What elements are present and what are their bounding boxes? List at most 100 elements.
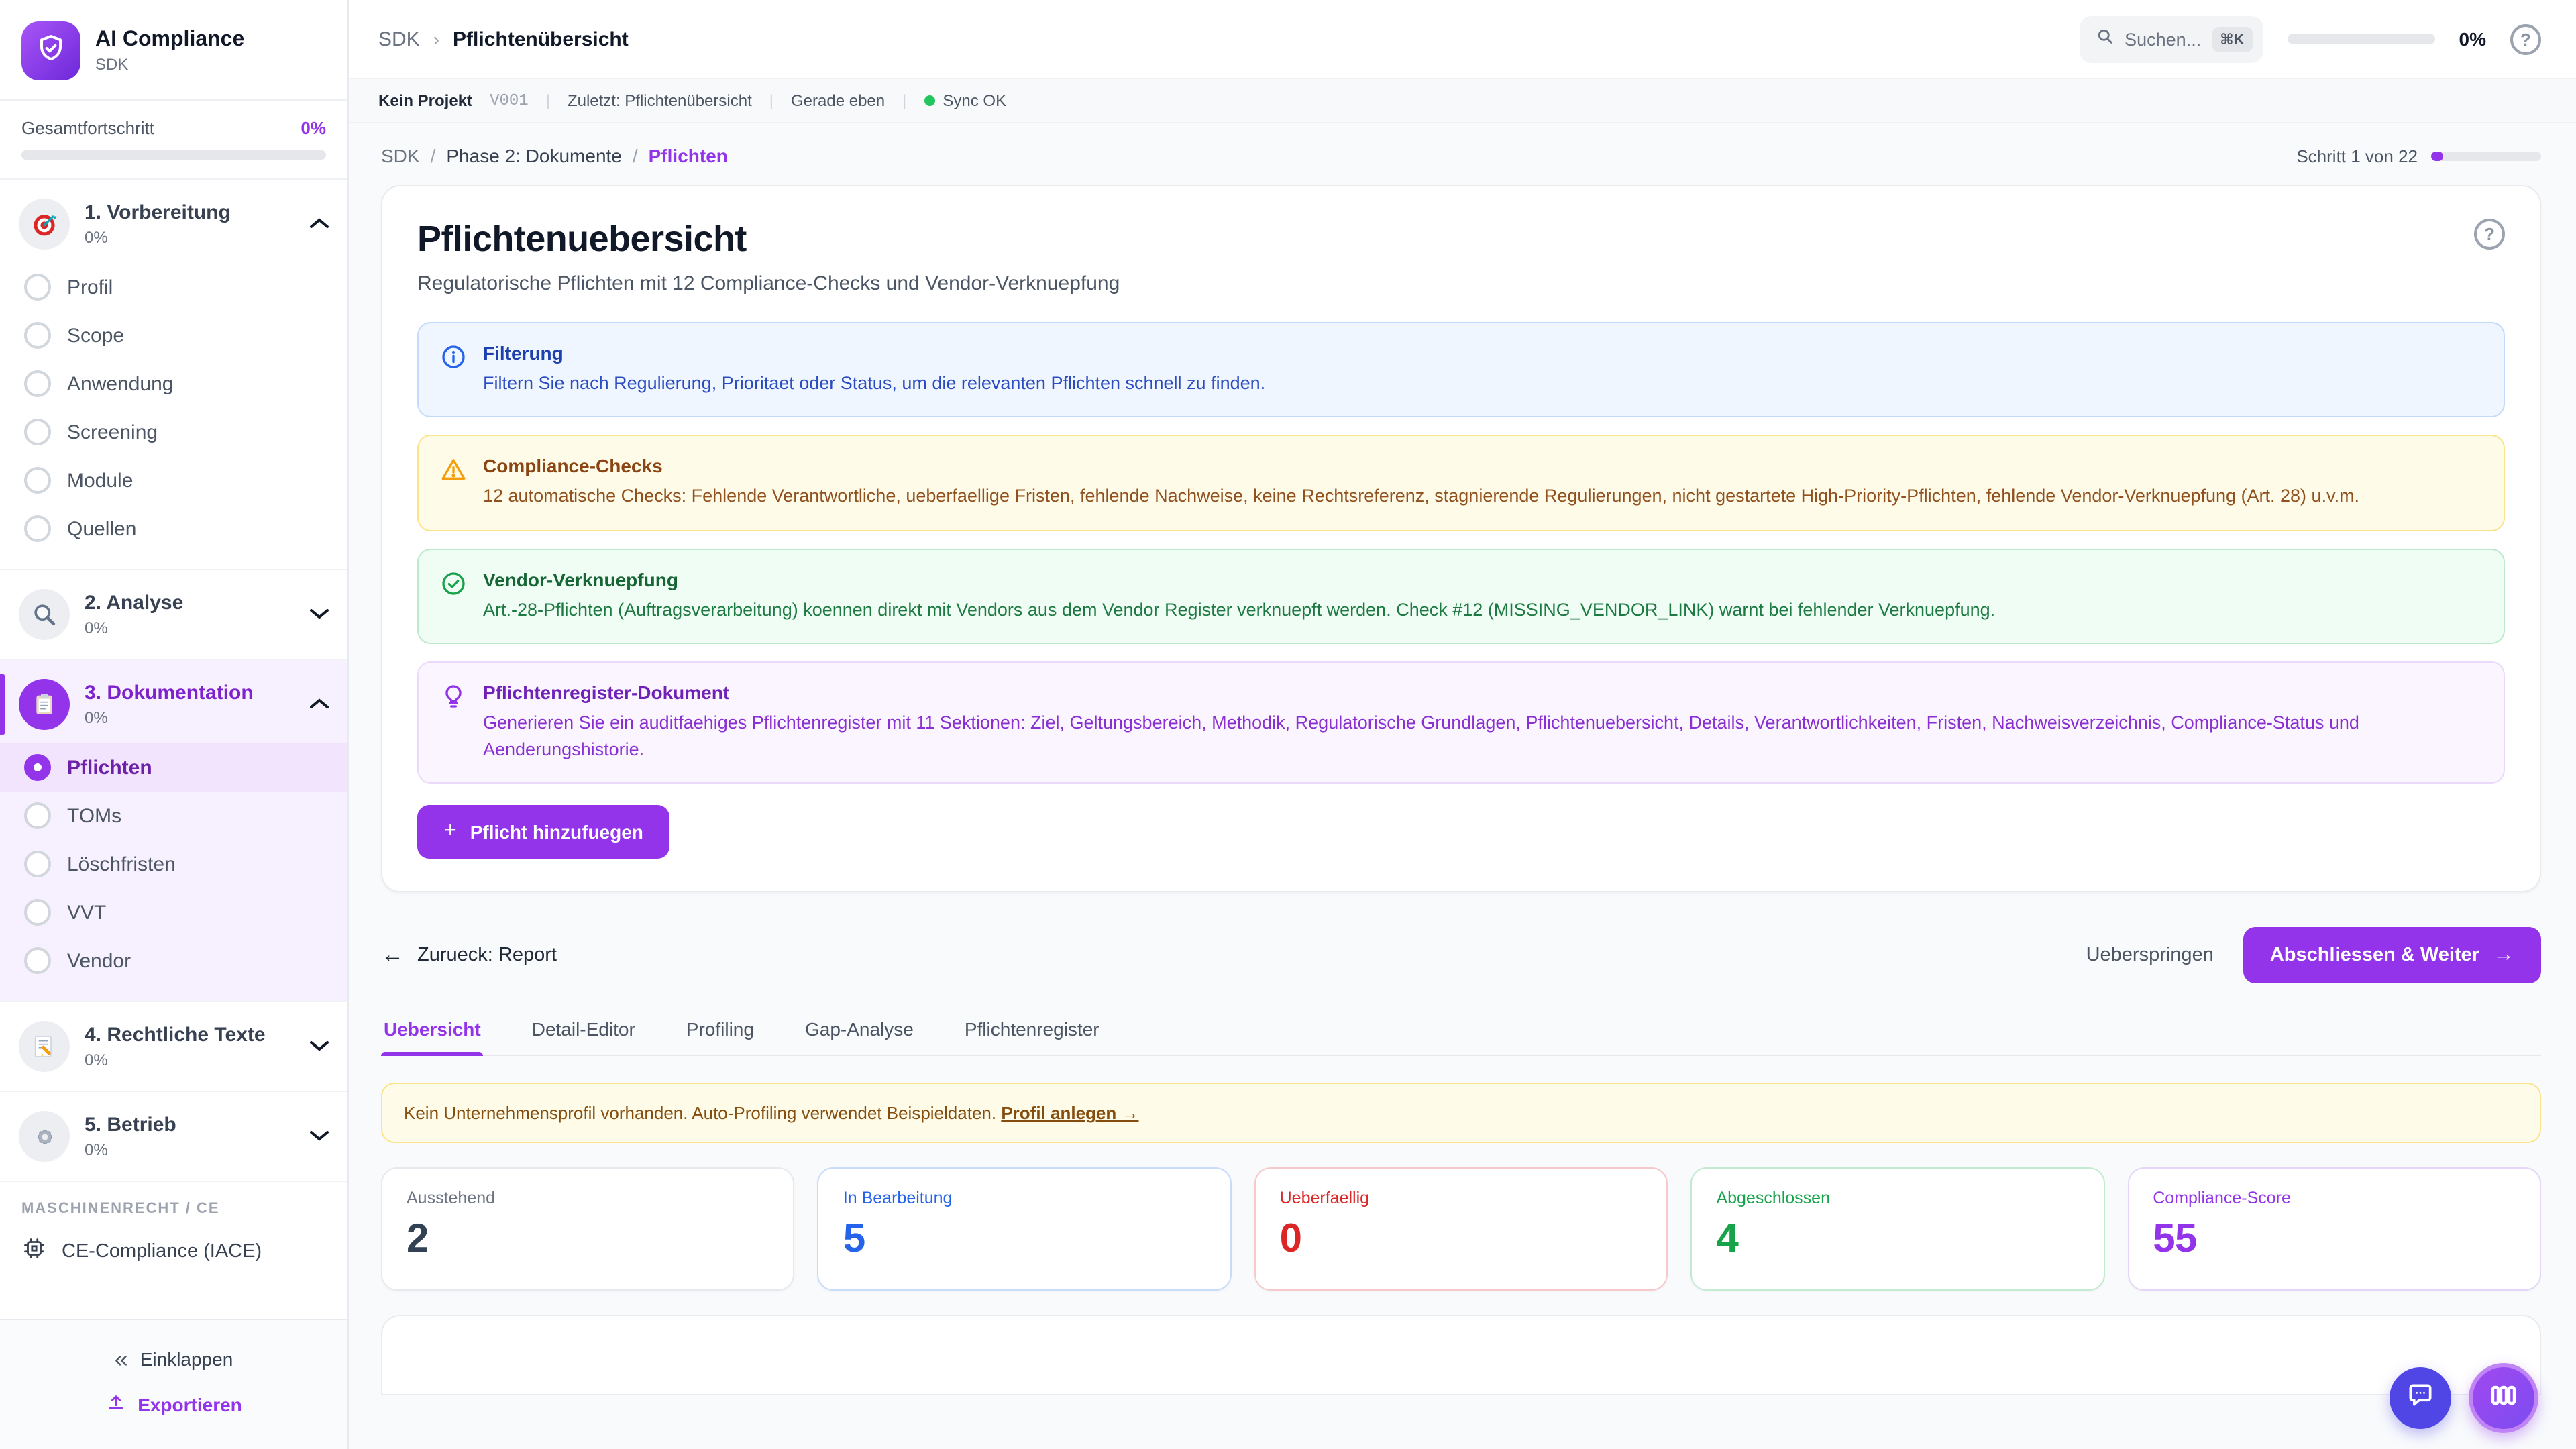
sidebar-item-screening[interactable]: Screening (0, 408, 347, 456)
sidebar-item-toms[interactable]: TOMs (0, 792, 347, 840)
nav-section-header-betrieb[interactable]: 5. Betrieb 0% (0, 1100, 347, 1173)
clipboard-icon (19, 679, 70, 730)
sidebar-header: AI Compliance SDK (0, 0, 347, 101)
nav-section-label: 3. Dokumentation (85, 682, 254, 704)
radio-icon[interactable] (24, 899, 51, 926)
board-view-fab-button[interactable] (2469, 1363, 2538, 1433)
lightbulb-icon (440, 683, 467, 764)
header-progress-value: 0% (2459, 28, 2486, 50)
radio-icon[interactable] (24, 322, 51, 349)
warning-note-compliance-checks: Compliance-Checks 12 automatische Checks… (417, 435, 2505, 531)
sidebar-item-vendor[interactable]: Vendor (0, 936, 347, 985)
tab-detail-editor[interactable]: Detail-Editor (529, 1016, 638, 1055)
collapse-sidebar-button[interactable]: « Einklappen (0, 1336, 347, 1382)
sidebar-item-scope[interactable]: Scope (0, 311, 347, 360)
nav-section-label: 2. Analyse (85, 592, 183, 614)
collapse-icon: « (115, 1347, 128, 1371)
stat-card-compliance-score: Compliance-Score 55 (2127, 1168, 2541, 1291)
chat-fab-button[interactable] (2390, 1367, 2451, 1429)
magnifier-icon (19, 589, 70, 640)
radio-icon[interactable] (24, 467, 51, 494)
check-circle-icon (440, 570, 467, 624)
nav-section-header-rechtliche-texte[interactable]: 4. Rechtliche Texte 0% (0, 1010, 347, 1083)
export-button[interactable]: Exportieren (0, 1382, 347, 1428)
tab-gap-analyse[interactable]: Gap-Analyse (802, 1016, 916, 1055)
arrow-right-icon: → (2493, 944, 2514, 968)
breadcrumb-current: Pflichtenübersicht (453, 28, 629, 50)
chevron-up-icon (310, 692, 329, 716)
tab-bar: Uebersicht Detail-Editor Profiling Gap-A… (381, 1016, 2541, 1057)
chevron-up-icon (310, 212, 329, 236)
shield-check-icon (35, 32, 67, 70)
radio-icon[interactable] (24, 851, 51, 877)
search-input[interactable]: Suchen... ⌘K (2079, 15, 2263, 62)
radio-selected-icon[interactable] (24, 754, 51, 781)
chevron-right-icon: › (433, 28, 439, 50)
sidebar-item-quellen[interactable]: Quellen (0, 504, 347, 553)
sidebar-item-loeschfristen[interactable]: Löschfristen (0, 840, 347, 888)
nav-section-percent: 0% (85, 1051, 295, 1069)
page-breadcrumb-phase[interactable]: Phase 2: Dokumente (446, 145, 622, 166)
finish-and-next-button[interactable]: Abschliessen & Weiter → (2243, 928, 2541, 984)
nav-section-header-dokumentation[interactable]: 3. Dokumentation 0% (0, 668, 347, 741)
project-name: Kein Projekt (378, 91, 472, 110)
sidebar: AI Compliance SDK Gesamtfortschritt 0% 1… (0, 0, 349, 1449)
page-breadcrumb-root[interactable]: SDK (381, 145, 420, 166)
back-button[interactable]: ← Zurueck: Report (381, 943, 557, 969)
nav-section-header-analyse[interactable]: 2. Analyse 0% (0, 578, 347, 651)
nav-section-label: 4. Rechtliche Texte (85, 1024, 266, 1046)
page-breadcrumb-current: Pflichten (649, 145, 728, 166)
main-card: Pflichtenuebersicht Regulatorische Pflic… (381, 185, 2541, 893)
app-title-block: AI Compliance SDK (95, 28, 244, 74)
nav-section-header-vorbereitung[interactable]: 1. Vorbereitung 0% (0, 188, 347, 260)
app-window: AI Compliance SDK Gesamtfortschritt 0% 1… (0, 0, 2576, 1449)
sync-status: Sync OK (924, 91, 1006, 110)
chevron-down-icon (310, 1034, 329, 1059)
help-icon[interactable]: ? (2510, 23, 2541, 54)
nav-section-percent: 0% (85, 228, 295, 247)
nav-section-percent: 0% (85, 619, 295, 637)
sidebar-item-profil[interactable]: Profil (0, 263, 347, 311)
add-pflicht-button[interactable]: + Pflicht hinzufuegen (417, 806, 670, 859)
nav-section-label: 5. Betrieb (85, 1114, 176, 1136)
nav-section-dokumentation: 3. Dokumentation 0% Pflichten TOMs Lösch… (0, 660, 347, 1002)
search-placeholder: Suchen... (2125, 29, 2201, 49)
tab-profiling[interactable]: Profiling (684, 1016, 757, 1055)
sidebar-item-pflichten[interactable]: Pflichten (0, 743, 347, 792)
sidebar-item-module[interactable]: Module (0, 456, 347, 504)
topbar: SDK › Pflichtenübersicht Suchen... ⌘K 0%… (349, 0, 2576, 79)
nav-section-rechtliche-texte: 4. Rechtliche Texte 0% (0, 1002, 347, 1092)
chevron-down-icon (310, 1124, 329, 1148)
tab-pflichtenregister[interactable]: Pflichtenregister (962, 1016, 1102, 1055)
last-visited: Zuletzt: Pflichtenübersicht (568, 91, 752, 110)
skip-button[interactable]: Ueberspringen (2086, 945, 2214, 967)
sidebar-item-anwendung[interactable]: Anwendung (0, 360, 347, 408)
radio-icon[interactable] (24, 802, 51, 829)
warning-triangle-icon (440, 457, 467, 511)
next-section-card-partial (381, 1316, 2541, 1396)
radio-icon[interactable] (24, 274, 51, 301)
plus-icon: + (444, 820, 457, 845)
radio-icon[interactable] (24, 947, 51, 974)
nav-section-percent: 0% (85, 708, 295, 727)
page-title: Pflichtenuebersicht (417, 219, 1120, 260)
arrow-left-icon: ← (381, 943, 404, 969)
tab-uebersicht[interactable]: Uebersicht (381, 1016, 484, 1055)
sidebar-item-vvt[interactable]: VVT (0, 888, 347, 936)
sidebar-item-ce-compliance[interactable]: CE-Compliance (IACE) (0, 1225, 347, 1287)
content-area: SDK / Phase 2: Dokumente / Pflichten Sch… (349, 123, 2576, 1449)
breadcrumb-root[interactable]: SDK (378, 28, 420, 50)
success-note-vendor-verknuepfung: Vendor-Verknuepfung Art.-28-Pflichten (A… (417, 548, 2505, 644)
overall-progress-label: Gesamtfortschritt (21, 118, 154, 138)
radio-icon[interactable] (24, 515, 51, 542)
radio-icon[interactable] (24, 419, 51, 445)
nav-section-analyse: 2. Analyse 0% (0, 570, 347, 660)
tip-note-pflichtenregister: Pflichtenregister-Dokument Generieren Si… (417, 661, 2505, 784)
overall-progress-bar (21, 150, 326, 160)
card-help-icon[interactable]: ? (2474, 219, 2505, 250)
header-progress-bar (2288, 34, 2435, 44)
radio-icon[interactable] (24, 370, 51, 397)
profil-anlegen-link[interactable]: Profil anlegen → (1001, 1104, 1138, 1124)
target-icon (19, 199, 70, 250)
nav-section-vorbereitung: 1. Vorbereitung 0% Profil Scope Anwendun… (0, 180, 347, 570)
